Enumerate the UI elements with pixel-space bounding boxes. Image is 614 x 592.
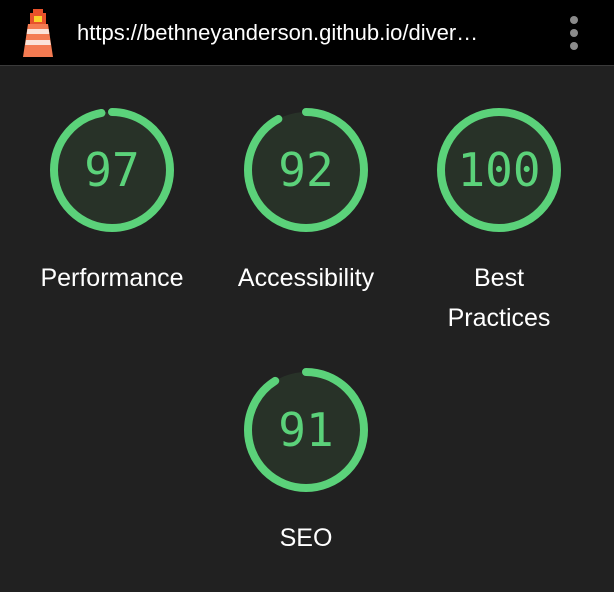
gauge-ring: 91 bbox=[244, 368, 368, 492]
gauge-performance[interactable]: 97 Performance bbox=[22, 104, 202, 298]
gauge-label: Accessibility bbox=[237, 264, 375, 292]
gauge-label: Best Practices bbox=[447, 264, 551, 332]
lighthouse-icon bbox=[23, 9, 53, 57]
gauge-seo[interactable]: 91 SEO bbox=[216, 364, 396, 558]
gauge-best-practices[interactable]: 100 Best Practices bbox=[409, 104, 589, 338]
gauge-ring: 100 bbox=[437, 108, 561, 232]
more-vert-icon[interactable] bbox=[562, 16, 586, 50]
gauge-ring: 97 bbox=[50, 108, 174, 232]
gauge-score: 91 bbox=[278, 403, 333, 457]
gauge-score: 92 bbox=[278, 143, 333, 197]
gauge-score: 100 bbox=[457, 143, 540, 197]
top-bar: https://bethneyanderson.github.io/diver… bbox=[0, 0, 614, 66]
gauge-label: Performance bbox=[40, 264, 184, 292]
gauge-ring: 92 bbox=[244, 108, 368, 232]
gauge-accessibility[interactable]: 92 Accessibility bbox=[216, 104, 396, 298]
gauge-score: 97 bbox=[84, 143, 139, 197]
gauge-label: SEO bbox=[279, 524, 333, 552]
page-url: https://bethneyanderson.github.io/diver… bbox=[77, 20, 479, 45]
